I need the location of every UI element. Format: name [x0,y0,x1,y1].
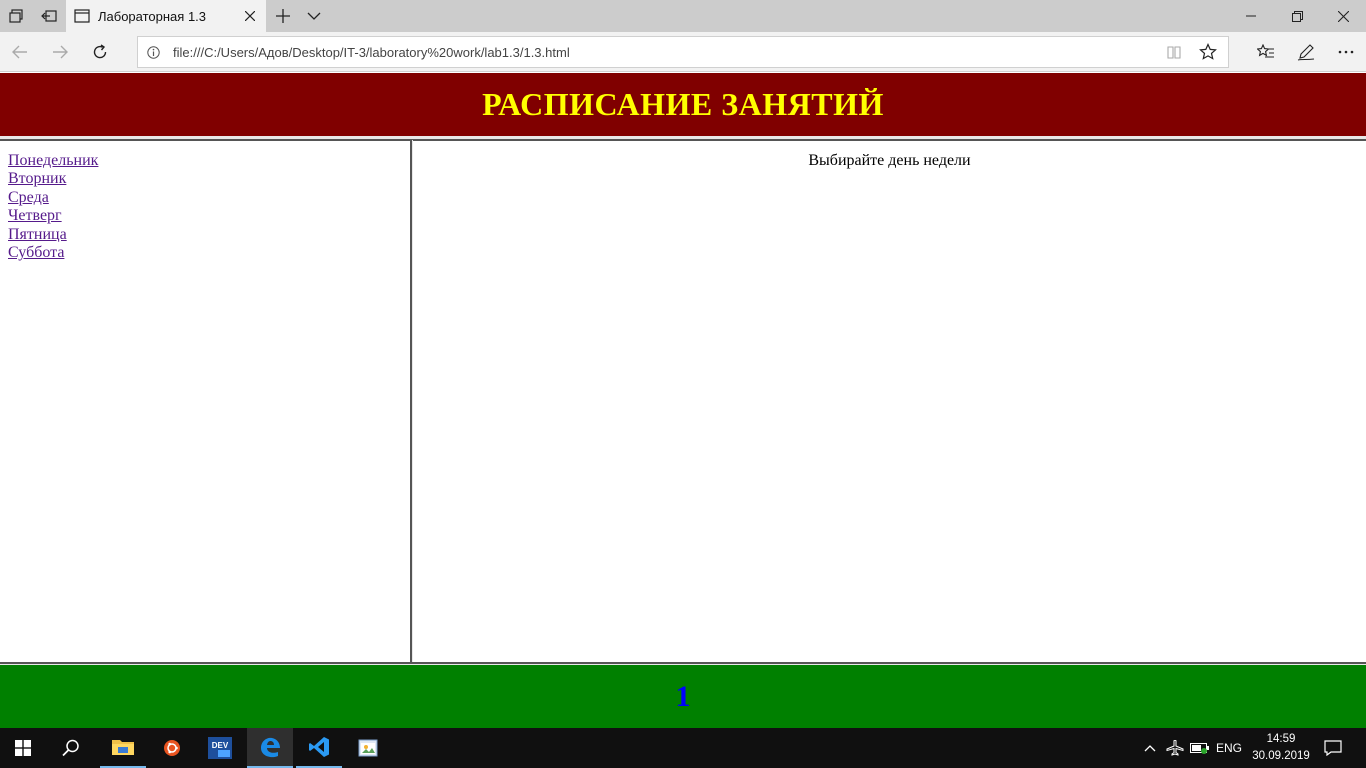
taskbar-edge[interactable] [247,728,293,768]
favorites-hub-button[interactable] [1250,36,1282,68]
battery-icon [1190,743,1209,754]
instruction-text: Выбирайте день недели [808,152,971,169]
battery-tray-button[interactable] [1188,728,1212,768]
list-item: Среда [8,189,410,207]
navigation-frame: Понедельник Вторник Среда Четверг Пятниц… [0,142,410,662]
page-icon [74,9,90,23]
header-frame: РАСПИСАНИЕ ЗАНЯТИЙ [0,73,1366,136]
airplane-icon [1166,740,1184,756]
close-window-button[interactable] [1320,0,1366,32]
minimize-button[interactable] [1228,0,1274,32]
footer-text: 1 [675,679,691,713]
day-links-list: Понедельник Вторник Среда Четверг Пятниц… [8,152,410,262]
tab-actions-button[interactable] [0,0,32,32]
browser-tab-active[interactable]: Лабораторная 1.3 [66,0,266,32]
back-arrow-icon [12,45,27,59]
restore-icon [1291,10,1303,22]
language-indicator[interactable]: ENG [1214,728,1244,768]
tab-bar: Лабораторная 1.3 [0,0,1366,32]
clock-time: 14:59 [1266,733,1296,745]
vscode-icon [309,737,329,757]
close-tab-button[interactable] [240,6,260,26]
ubuntu-icon [164,740,180,756]
forward-button[interactable] [44,36,76,68]
svg-text:DEV: DEV [212,741,229,750]
file-explorer-icon [112,740,134,755]
search-button[interactable] [48,728,94,768]
show-hidden-icons-button[interactable] [1140,728,1160,768]
minimize-icon [1246,15,1256,17]
refresh-icon [93,44,107,59]
chevron-up-icon [1144,744,1156,751]
clock[interactable]: 14:59 30.09.2019 [1248,731,1314,765]
link-saturday[interactable]: Суббота [8,244,64,261]
dev-icon: DEV [208,737,232,759]
reading-view-button[interactable] [1166,44,1184,62]
list-item: Четверг [8,207,410,225]
list-item: Пятница [8,226,410,244]
favorites-list-icon [1257,44,1274,58]
more-icon [1338,50,1354,54]
set-aside-icon [41,10,57,22]
plus-icon [276,9,290,23]
frame-divider[interactable] [0,136,1366,141]
back-button[interactable] [4,36,36,68]
book-icon [1167,46,1181,59]
taskbar-paint[interactable] [345,728,391,768]
navigation-bar: file:///C:/Users/Адов/Desktop/IT-3/labor… [0,32,1366,72]
search-icon [62,739,79,757]
close-icon [245,11,255,21]
action-center-button[interactable] [1318,728,1348,768]
refresh-button[interactable] [84,36,116,68]
list-item: Суббота [8,244,410,262]
add-notes-button[interactable] [1290,36,1322,68]
tab-preview-button[interactable] [300,0,328,32]
edge-icon [261,737,280,758]
more-settings-button[interactable] [1330,36,1362,68]
paint-icon [358,739,378,757]
restore-button[interactable] [1274,0,1320,32]
content-frame: Выбирайте день недели [413,142,1366,662]
taskbar-ubuntu[interactable] [149,728,195,768]
taskbar-dev-app[interactable]: DEV [197,728,243,768]
chevron-down-icon [307,12,321,20]
windows-start-icon [15,740,31,756]
link-friday[interactable]: Пятница [8,226,67,243]
set-aside-tabs-button[interactable] [33,0,65,32]
pen-icon [1297,44,1315,61]
clock-date: 30.09.2019 [1252,750,1310,762]
network-tray-button[interactable] [1164,728,1186,768]
info-icon [147,46,160,59]
link-wednesday[interactable]: Среда [8,189,49,206]
start-button[interactable] [0,728,46,768]
address-bar[interactable]: file:///C:/Users/Адов/Desktop/IT-3/labor… [137,36,1229,68]
taskbar: DEV ENG 14:59 30.09.2019 [0,728,1366,768]
tab-title: Лабораторная 1.3 [98,8,207,24]
tab-actions-icon [9,9,23,23]
web-page: РАСПИСАНИЕ ЗАНЯТИЙ Понедельник Вторник С… [0,73,1366,728]
address-url[interactable]: file:///C:/Users/Адов/Desktop/IT-3/labor… [173,45,570,60]
close-icon [1337,10,1349,22]
favorite-button[interactable] [1199,43,1217,61]
taskbar-vscode[interactable] [296,728,342,768]
new-tab-button[interactable] [268,0,298,32]
notification-icon [1324,740,1342,756]
list-item: Вторник [8,170,410,188]
link-thursday[interactable]: Четверг [8,207,62,224]
footer-frame: 1 [0,665,1366,728]
link-tuesday[interactable]: Вторник [8,170,66,187]
page-title: РАСПИСАНИЕ ЗАНЯТИЙ [482,86,884,122]
forward-arrow-icon [53,45,68,59]
list-item: Понедельник [8,152,410,170]
taskbar-file-explorer[interactable] [100,728,146,768]
link-monday[interactable]: Понедельник [8,152,98,169]
star-icon [1199,43,1217,60]
